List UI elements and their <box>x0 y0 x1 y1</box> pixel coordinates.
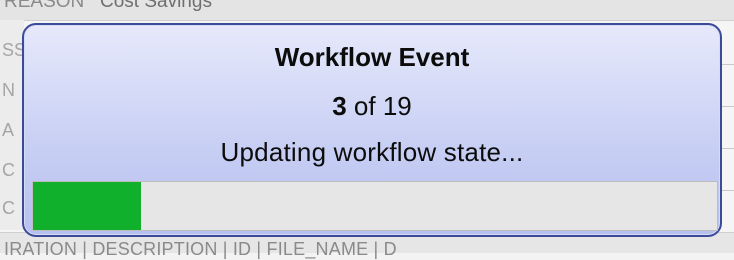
dialog-title: Workflow Event <box>274 42 470 72</box>
background-divider <box>722 106 734 107</box>
background-divider <box>722 64 734 65</box>
background-column-header-text: IRATION | DESCRIPTION | ID | FILE_NAME |… <box>4 239 397 259</box>
progress-bar <box>32 181 718 231</box>
background-left-letter: N <box>2 80 15 100</box>
background-reason-header: REASON <box>4 0 85 12</box>
background-left-letter: A <box>2 120 15 140</box>
background-cost-savings-value: Cost Savings <box>100 0 212 12</box>
background-left-column: SS N A C C <box>0 20 26 230</box>
background-header-row: REASON Cost Savings <box>0 0 734 21</box>
background-left-letter: C <box>2 160 15 180</box>
status-message: Updating workflow state... <box>220 137 524 167</box>
workflow-event-dialog: Workflow Event 3 of 19 Updating workflow… <box>22 23 722 237</box>
background-divider <box>722 148 734 149</box>
background-left-letter: C <box>2 198 15 218</box>
total-steps-number: 19 <box>382 91 412 121</box>
current-step-number: 3 <box>332 91 347 121</box>
counter-separator: of <box>346 91 383 121</box>
progress-counter: 3 of 19 <box>24 91 720 122</box>
background-divider <box>722 190 734 191</box>
progress-bar-fill <box>33 182 141 230</box>
